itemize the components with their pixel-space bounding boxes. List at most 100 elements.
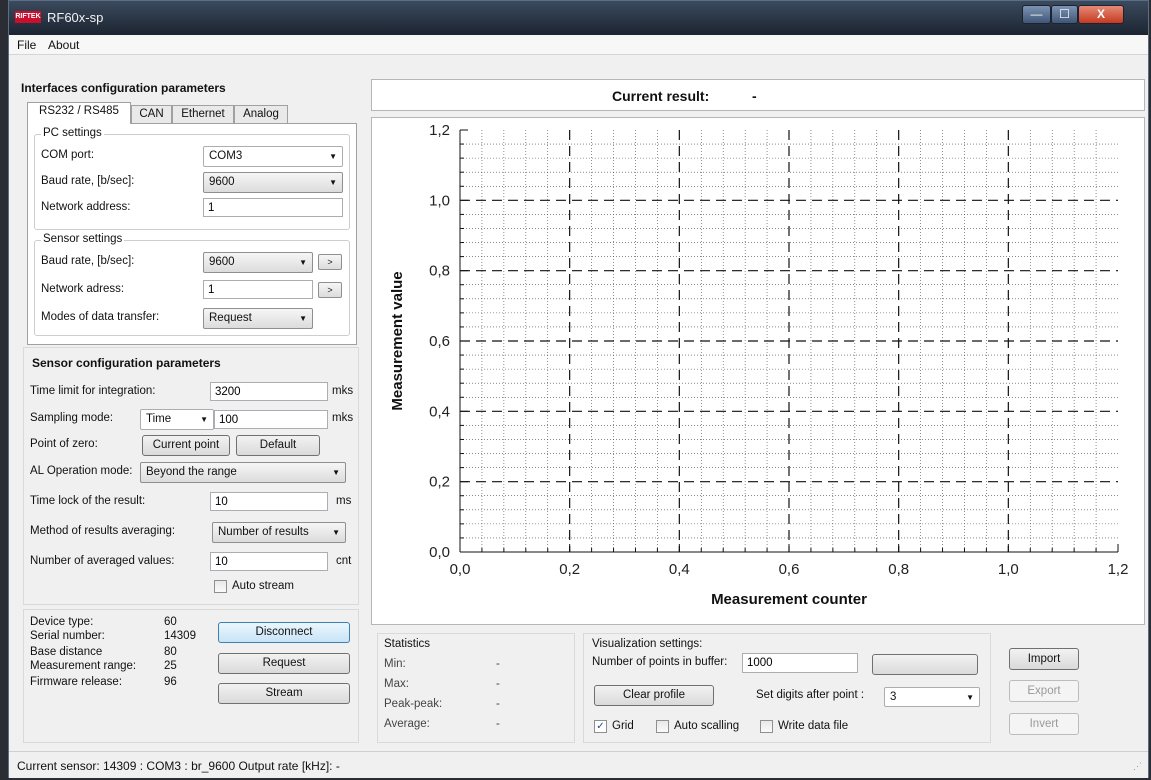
stat-min-label: Min: [384, 658, 406, 670]
digits-select[interactable]: 3 ▼ [884, 687, 980, 707]
y-tick-label: 0,8 [429, 263, 450, 280]
menu-bar: File About [9, 35, 1148, 55]
app-logo: RIFTEK [15, 11, 41, 23]
app-window: RIFTEK RF60x-sp — ☐ X File About Interfa… [8, 0, 1149, 778]
stat-min-value: - [496, 658, 500, 670]
sensor-baud-select[interactable]: 9600 ▼ [203, 252, 313, 273]
menu-about[interactable]: About [48, 38, 79, 52]
device-type-value: 60 [164, 616, 177, 628]
visualization-panel: Visualization settings: Number of points… [583, 633, 991, 743]
time-limit-input[interactable] [210, 382, 328, 401]
request-button[interactable]: Request [218, 653, 350, 674]
serial-number-value: 14309 [164, 630, 196, 642]
chevron-down-icon: ▼ [329, 152, 337, 161]
firmware-label: Firmware release: [30, 676, 123, 688]
disconnect-button[interactable]: Disconnect [218, 622, 350, 643]
tab-ethernet[interactable]: Ethernet [172, 105, 234, 123]
time-lock-label: Time lock of the result: [30, 495, 146, 507]
current-result-value: - [752, 88, 757, 104]
maximize-button[interactable]: ☐ [1051, 5, 1078, 24]
resize-grip-icon[interactable]: ⋰ [1133, 761, 1142, 772]
com-port-value: COM3 [209, 150, 243, 162]
points-buffer-input[interactable] [742, 653, 858, 673]
com-port-select[interactable]: COM3 ▼ [203, 146, 343, 167]
x-axis-label: Measurement counter [711, 591, 867, 608]
sampling-unit: mks [332, 412, 354, 424]
y-tick-label: 0,6 [429, 333, 450, 350]
y-tick-label: 0,0 [429, 544, 450, 561]
title-bar[interactable]: RIFTEK RF60x-sp — ☐ X [9, 1, 1148, 35]
auto-scaling-checkbox[interactable] [656, 720, 669, 733]
avg-count-label: Number of averaged values: [30, 555, 175, 567]
chevron-down-icon: ▼ [332, 528, 340, 537]
tab-analog[interactable]: Analog [234, 105, 288, 123]
sampling-mode-select[interactable]: Time ▼ [140, 409, 214, 430]
time-limit-label: Time limit for integration: [30, 385, 156, 397]
apply-network-adress-button[interactable]: > [318, 282, 342, 298]
al-mode-label: AL Operation mode: [30, 465, 133, 477]
grid-label: Grid [612, 720, 634, 732]
chart-container: 0,0 0,2 0,4 0,6 0,8 1,0 1,2 0,0 0,2 0,4 0,6 0,8 1,0 1… [371, 117, 1145, 625]
write-data-label: Write data file [778, 720, 849, 732]
pc-baud-select[interactable]: 9600 ▼ [203, 172, 343, 193]
current-result-box: Current result: - [371, 79, 1145, 111]
chevron-down-icon: ▼ [329, 178, 337, 187]
stat-average-label: Average: [384, 718, 430, 730]
stat-peak-label: Peak-peak: [384, 698, 443, 710]
close-button[interactable]: X [1078, 5, 1124, 24]
pc-baud-value: 9600 [209, 176, 235, 188]
x-tick-label: 1,2 [1108, 561, 1129, 578]
auto-stream-label: Auto stream [232, 580, 294, 592]
stat-average-value: - [496, 718, 500, 730]
network-adress-input[interactable] [203, 280, 313, 299]
sampling-mode-value: Time [146, 413, 172, 425]
blank-action-button[interactable] [872, 654, 978, 675]
measurement-chart: 0,0 0,2 0,4 0,6 0,8 1,0 1,2 0,0 0,2 0,4 0,6 0,8 1,0 1… [389, 122, 1129, 608]
export-button[interactable]: Export [1009, 680, 1079, 702]
sensor-baud-label: Baud rate, [b/sec]: [41, 255, 135, 267]
grid-checkbox[interactable]: ✓ [594, 720, 607, 733]
points-buffer-label: Number of points in buffer: [592, 656, 728, 668]
averaging-select[interactable]: Number of results ▼ [212, 522, 346, 543]
device-type-label: Device type: [30, 616, 94, 628]
default-button[interactable]: Default [236, 435, 320, 456]
network-address-input[interactable] [203, 198, 343, 217]
y-tick-label: 1,2 [429, 122, 450, 139]
time-lock-input[interactable] [210, 492, 328, 511]
clear-profile-button[interactable]: Clear profile [594, 685, 714, 706]
al-mode-value: Beyond the range [146, 466, 237, 478]
invert-button[interactable]: Invert [1009, 713, 1079, 735]
network-adress-label: Network adress: [41, 283, 125, 295]
al-mode-select[interactable]: Beyond the range ▼ [140, 462, 346, 483]
tab-can[interactable]: CAN [131, 105, 172, 123]
x-tick-label: 0,8 [888, 561, 909, 578]
tab-rs232-rs485[interactable]: RS232 / RS485 [27, 102, 131, 124]
serial-number-label: Serial number: [30, 630, 105, 642]
firmware-value: 96 [164, 676, 177, 688]
menu-file[interactable]: File [17, 38, 36, 52]
avg-count-unit: cnt [336, 555, 352, 567]
x-tick-label: 0,0 [450, 561, 471, 578]
modes-select[interactable]: Request ▼ [203, 308, 313, 329]
write-data-checkbox[interactable] [760, 720, 773, 733]
sensor-settings-title: Sensor settings [41, 233, 125, 245]
sampling-label: Sampling mode: [30, 412, 114, 424]
stream-button[interactable]: Stream [218, 683, 350, 704]
pc-baud-label: Baud rate, [b/sec]: [41, 175, 135, 187]
sensor-config-heading: Sensor configuration parameters [32, 356, 221, 370]
chevron-down-icon: ▼ [966, 693, 974, 702]
import-button[interactable]: Import [1009, 648, 1079, 670]
sensor-settings-group: Sensor settings Baud rate, [b/sec]: 9600… [34, 233, 350, 336]
chevron-down-icon: ▼ [299, 314, 307, 323]
stat-max-value: - [496, 678, 500, 690]
sensor-baud-value: 9600 [209, 256, 235, 268]
zero-label: Point of zero: [30, 438, 98, 450]
x-tick-label: 0,2 [559, 561, 580, 578]
minimize-button[interactable]: — [1022, 5, 1051, 24]
avg-count-input[interactable] [210, 552, 328, 571]
x-tick-label: 0,6 [779, 561, 800, 578]
auto-stream-checkbox[interactable] [214, 580, 227, 593]
apply-sensor-baud-button[interactable]: > [318, 254, 342, 270]
sampling-value-input[interactable] [214, 410, 328, 429]
current-point-button[interactable]: Current point [142, 435, 230, 456]
